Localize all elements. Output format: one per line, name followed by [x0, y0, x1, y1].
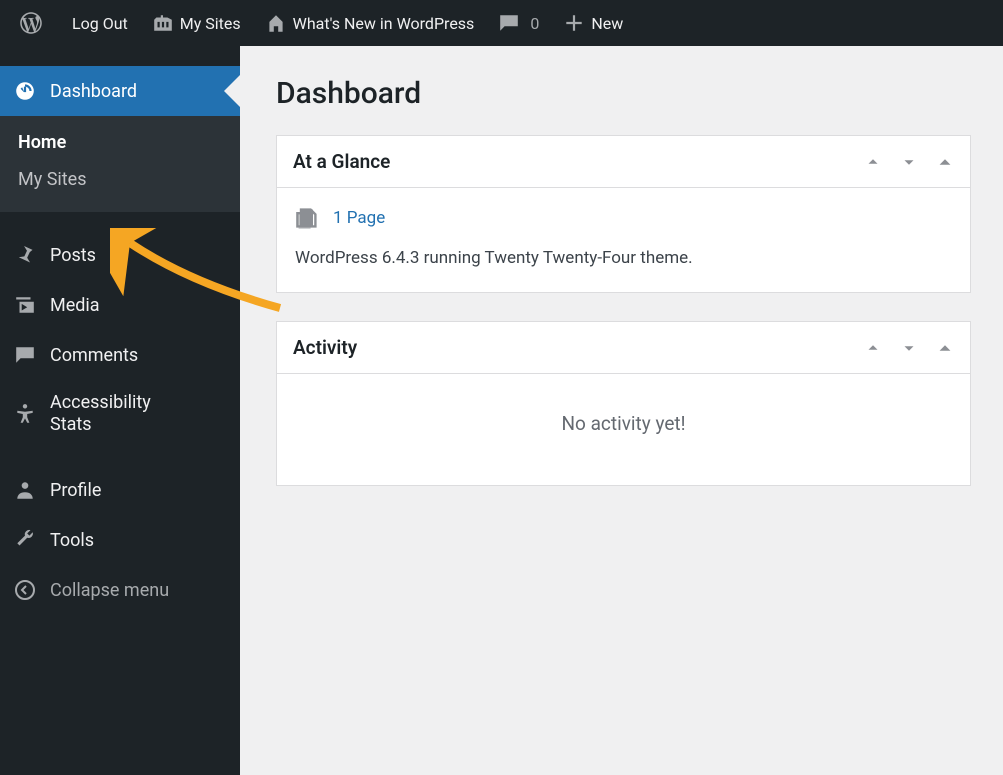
- panel-toggle-icon[interactable]: [936, 339, 954, 357]
- dashboard-icon: [12, 78, 38, 104]
- glance-pages-row: 1 Page: [295, 206, 952, 230]
- collapse-arrow-icon: [12, 577, 38, 603]
- media-icon: [12, 292, 38, 318]
- sidebar-subitem-mysites[interactable]: My Sites: [0, 161, 240, 198]
- sidebar-a11y-label: Accessibility Stats: [50, 392, 190, 435]
- sidebar-item-profile[interactable]: Profile: [0, 465, 240, 515]
- sidebar-collapse-label: Collapse menu: [50, 580, 169, 601]
- sidebar-item-accessibility-stats[interactable]: Accessibility Stats: [0, 380, 240, 447]
- toolbar-sitename[interactable]: What's New in WordPress: [253, 0, 487, 46]
- sidebar-collapse-button[interactable]: Collapse menu: [0, 565, 240, 615]
- activity-title: Activity: [293, 336, 357, 359]
- panel-move-down-icon[interactable]: [900, 153, 918, 171]
- page-icon: [295, 206, 319, 230]
- toolbar-comments[interactable]: 0: [486, 0, 551, 46]
- network-icon: [152, 12, 174, 34]
- toolbar-new[interactable]: New: [551, 0, 635, 46]
- toolbar-comments-count: 0: [530, 14, 539, 33]
- comment-icon: [498, 12, 520, 34]
- at-a-glance-panel: At a Glance 1 Page WordPress 6.4.3 runni…: [276, 135, 971, 293]
- sidebar-item-dashboard[interactable]: Dashboard: [0, 66, 240, 116]
- sidebar-subitem-home[interactable]: Home: [0, 124, 240, 161]
- sidebar-tools-label: Tools: [50, 530, 94, 551]
- sidebar-comments-label: Comments: [50, 345, 138, 366]
- sidebar-item-tools[interactable]: Tools: [0, 515, 240, 565]
- at-a-glance-header: At a Glance: [277, 136, 970, 188]
- sidebar-item-comments[interactable]: Comments: [0, 330, 240, 380]
- glance-pages-link[interactable]: 1 Page: [333, 208, 385, 228]
- panel-move-down-icon[interactable]: [900, 339, 918, 357]
- activity-empty-text: No activity yet!: [277, 374, 970, 485]
- wp-logo[interactable]: [8, 0, 60, 46]
- main-content: Dashboard At a Glance 1 Page WordPress 6…: [240, 46, 1003, 775]
- sidebar-item-posts[interactable]: Posts: [0, 230, 240, 280]
- activity-panel: Activity No activity yet!: [276, 321, 971, 486]
- wrench-icon: [12, 527, 38, 553]
- plus-icon: [563, 12, 585, 34]
- comments-icon: [12, 342, 38, 368]
- sidebar-dashboard-label: Dashboard: [50, 81, 137, 102]
- page-title: Dashboard: [276, 76, 971, 111]
- sidebar-profile-label: Profile: [50, 480, 101, 501]
- wordpress-logo-icon: [20, 12, 42, 34]
- sidebar-posts-label: Posts: [50, 245, 96, 266]
- toolbar-mysites-label: My Sites: [180, 14, 241, 33]
- toolbar-logout-label: Log Out: [72, 14, 128, 33]
- at-a-glance-title: At a Glance: [293, 150, 390, 173]
- admin-toolbar: Log Out My Sites What's New in WordPress…: [0, 0, 1003, 46]
- pin-icon: [12, 242, 38, 268]
- accessibility-icon: [12, 401, 38, 427]
- home-icon: [265, 12, 287, 34]
- glance-status-text: WordPress 6.4.3 running Twenty Twenty-Fo…: [295, 248, 952, 268]
- user-icon: [12, 477, 38, 503]
- toolbar-new-label: New: [591, 14, 623, 33]
- current-menu-arrow-icon: [224, 75, 240, 107]
- panel-move-up-icon[interactable]: [864, 153, 882, 171]
- sidebar-media-label: Media: [50, 295, 100, 316]
- activity-header: Activity: [277, 322, 970, 374]
- toolbar-mysites[interactable]: My Sites: [140, 0, 253, 46]
- panel-move-up-icon[interactable]: [864, 339, 882, 357]
- panel-toggle-icon[interactable]: [936, 153, 954, 171]
- toolbar-sitename-label: What's New in WordPress: [293, 14, 475, 33]
- toolbar-logout[interactable]: Log Out: [60, 0, 140, 46]
- sidebar-item-media[interactable]: Media: [0, 280, 240, 330]
- sidebar-dashboard-submenu: Home My Sites: [0, 116, 240, 212]
- admin-sidebar: Dashboard Home My Sites Posts: [0, 46, 240, 775]
